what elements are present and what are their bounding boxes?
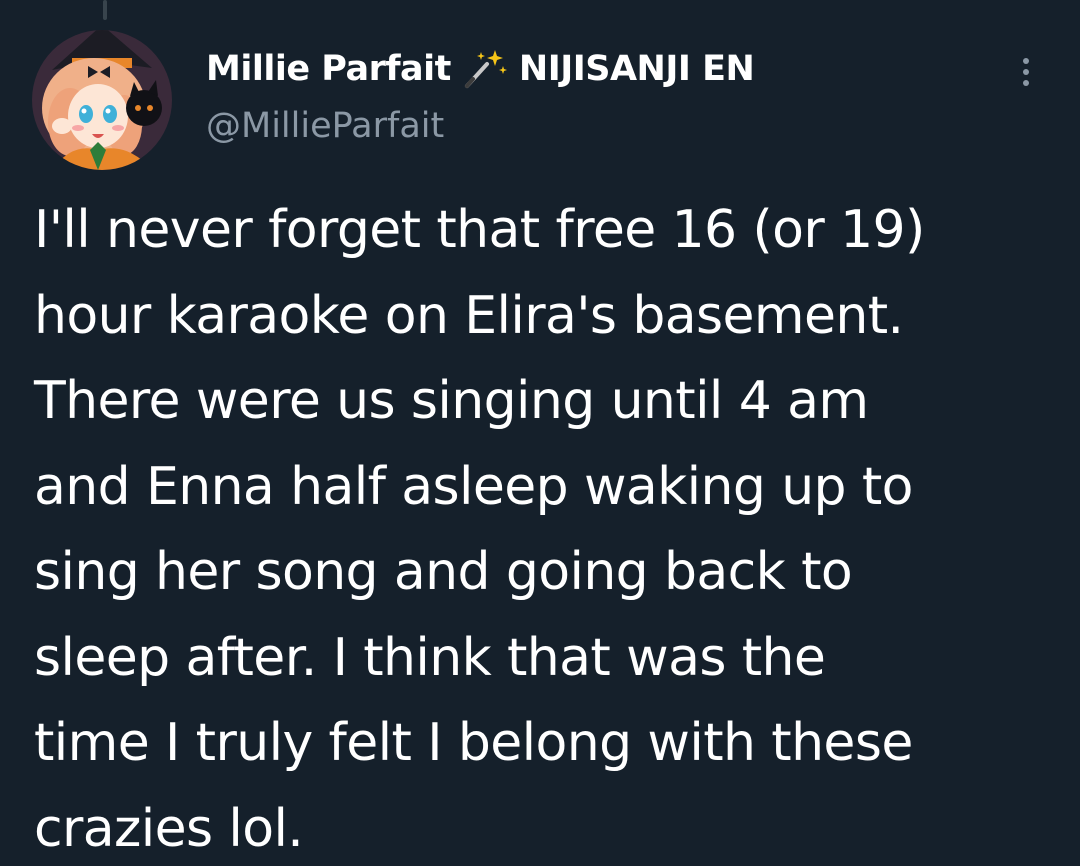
avatar-illustration bbox=[32, 30, 172, 170]
tweet-text-line: and Enna half asleep waking up to bbox=[34, 456, 914, 517]
more-dot-icon bbox=[1023, 69, 1029, 75]
magic-wand-icon bbox=[461, 46, 511, 92]
tweet-text-line: hour karaoke on Elira's basement. bbox=[34, 285, 904, 346]
tweet-text-line: sing her song and going back to bbox=[34, 542, 853, 602]
user-handle[interactable]: @MillieParfait bbox=[206, 106, 444, 146]
more-dot-icon bbox=[1023, 58, 1029, 64]
more-options-button[interactable] bbox=[1006, 52, 1046, 92]
tweet-text: I'll never forget that free 16 (or 19) h… bbox=[34, 188, 1054, 866]
tweet-text-line: There were us singing until 4 am bbox=[34, 371, 869, 431]
tweet-screenshot: Millie Parfait NIJISANJI EN @MillieParfa… bbox=[0, 0, 1080, 866]
affiliation-label: NIJISANJI EN bbox=[518, 49, 755, 89]
tweet-text-line: time I truly felt I belong with these bbox=[34, 713, 913, 773]
tweet-text-line: sleep after. I think that was the bbox=[34, 627, 826, 688]
display-name-row[interactable]: Millie Parfait NIJISANJI EN bbox=[206, 42, 755, 96]
tweet-text-line: I'll never forget that free 16 (or 19) bbox=[34, 200, 925, 260]
tweet-text-line: crazies lol. bbox=[34, 798, 304, 859]
more-dot-icon bbox=[1023, 80, 1029, 86]
avatar[interactable] bbox=[32, 30, 172, 170]
display-name[interactable]: Millie Parfait bbox=[206, 49, 451, 89]
thread-connector-line bbox=[103, 0, 107, 20]
